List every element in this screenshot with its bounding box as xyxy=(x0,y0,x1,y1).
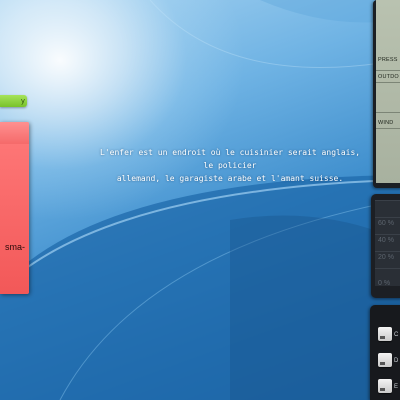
meter-gadget[interactable]: 60 % 40 % 20 % 0 % xyxy=(371,194,400,298)
sticky-note-text[interactable]: sma- xyxy=(5,242,25,252)
divider xyxy=(376,70,400,71)
drive-letter-c: C xyxy=(394,332,399,338)
weather-screen xyxy=(376,0,400,183)
quote-line-3: allemand, le garagiste arabe et l'amant … xyxy=(116,174,344,183)
hard-drive-icon[interactable] xyxy=(378,353,392,367)
drive-gadget[interactable]: C D E xyxy=(370,305,400,400)
wallpaper-waves xyxy=(0,0,400,400)
outdoor-label: OUTDO xyxy=(378,74,399,80)
sticky-note[interactable]: sma- xyxy=(0,122,29,294)
sticky-note-header[interactable]: y xyxy=(0,95,27,107)
meter-level-40: 40 % xyxy=(378,237,394,244)
divider xyxy=(376,112,400,113)
drive-letter-d: D xyxy=(394,358,399,364)
wind-label: WIND xyxy=(378,120,394,126)
meter-level-20: 20 % xyxy=(378,254,394,261)
weather-gadget[interactable]: PRESS OUTDO WIND xyxy=(373,0,400,188)
quote-line-2: le policier xyxy=(203,161,257,170)
desktop[interactable]: y sma- L'enfer est un endroit où le cuis… xyxy=(0,0,400,400)
meter-level-0: 0 % xyxy=(378,280,391,287)
drive-letter-e: E xyxy=(394,384,399,390)
meter-level-60: 60 % xyxy=(378,220,394,227)
meter-row xyxy=(375,200,400,218)
fold-icon[interactable]: y xyxy=(21,97,25,105)
divider xyxy=(376,82,400,83)
pressure-label: PRESS xyxy=(378,57,398,63)
hard-drive-icon[interactable] xyxy=(378,327,392,341)
quote-line-1: L'enfer est un endroit où le cuisinier s… xyxy=(100,148,361,157)
desktop-quote: L'enfer est un endroit où le cuisinier s… xyxy=(100,146,360,185)
sticky-note-topbar xyxy=(0,122,29,144)
hard-drive-icon[interactable] xyxy=(378,379,392,393)
divider xyxy=(376,128,400,129)
